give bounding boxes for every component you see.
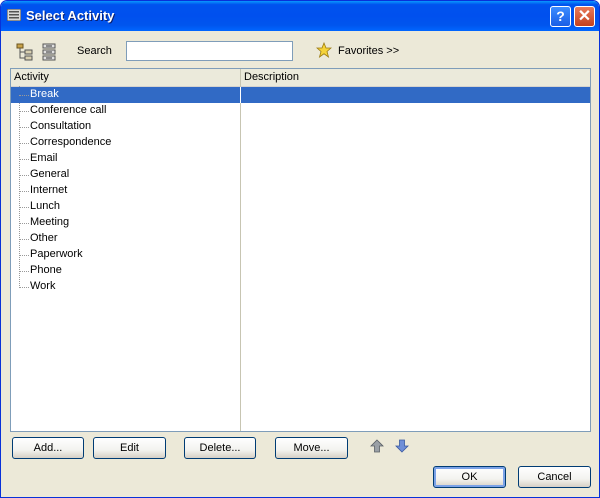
activity-list[interactable]: Activity Description Break Conference cal… [10,68,591,432]
list-item[interactable]: Phone [11,263,590,279]
edit-button[interactable]: Edit [93,437,166,459]
activity-description [240,87,241,103]
list-item[interactable]: Correspondence [11,135,590,151]
activity-name: Email [30,152,58,164]
move-button[interactable]: Move... [275,437,348,459]
favorites-label: Favorites >> [338,45,400,57]
list-item[interactable]: General [11,167,590,183]
move-up-icon[interactable] [370,439,384,453]
activity-name: Lunch [30,200,60,212]
tree-connector [19,127,29,128]
dialog-body: Search Favorites >> Activity Description… [4,31,596,496]
tree-connector [19,95,29,96]
search-input[interactable] [126,41,293,61]
list-item[interactable]: Other [11,231,590,247]
ok-button[interactable]: OK [433,466,506,488]
list-item[interactable]: Paperwork [11,247,590,263]
list-item[interactable]: Email [11,151,590,167]
list-item[interactable]: Lunch [11,199,590,215]
star-icon [316,42,332,58]
activity-name: Correspondence [30,136,112,148]
title-bar[interactable]: Select Activity ? ✕ [1,1,599,31]
tree-connector [19,159,29,160]
activity-name: Paperwork [30,248,83,260]
tree-connector [19,287,29,288]
column-header-description[interactable]: Description [241,69,590,86]
column-header-activity[interactable]: Activity [11,69,241,86]
move-down-icon[interactable] [395,439,409,453]
activity-name: Conference call [30,104,107,116]
select-activity-dialog: Select Activity ? ✕ Search Favorites >> [0,0,600,498]
list-item[interactable]: Work [11,279,590,295]
list-item[interactable]: Meeting [11,215,590,231]
activity-name: Break [30,88,59,100]
tree-connector [19,175,29,176]
tree-connector [19,223,29,224]
list-item[interactable]: Internet [11,183,590,199]
tree-connector [19,255,29,256]
cancel-button[interactable]: Cancel [518,466,591,488]
help-button[interactable]: ? [550,6,571,27]
expand-tree-icon[interactable] [16,43,34,61]
activity-name: Meeting [30,216,70,228]
search-label: Search [77,45,112,57]
activity-name: Phone [30,264,62,276]
activity-name: General [30,168,70,180]
add-button[interactable]: Add... [12,437,84,459]
tree-connector [19,207,29,208]
activity-name: Consultation [30,120,92,132]
tree-connector [19,239,29,240]
delete-button[interactable]: Delete... [184,437,256,459]
close-button[interactable]: ✕ [574,6,595,27]
tree-connector [19,271,29,272]
window-app-icon [7,9,21,21]
list-header: Activity Description [11,69,590,87]
activity-name: Internet [30,184,68,196]
list-item[interactable]: Conference call [11,103,590,119]
list-item[interactable]: Consultation [11,119,590,135]
list-item[interactable]: Break [11,87,590,103]
activity-name: Work [30,280,56,292]
tree-connector [19,191,29,192]
collapse-tree-icon[interactable] [40,43,58,61]
tree-connector [19,111,29,112]
window-title: Select Activity [26,8,115,23]
tree-connector [19,143,29,144]
activity-name: Other [30,232,58,244]
